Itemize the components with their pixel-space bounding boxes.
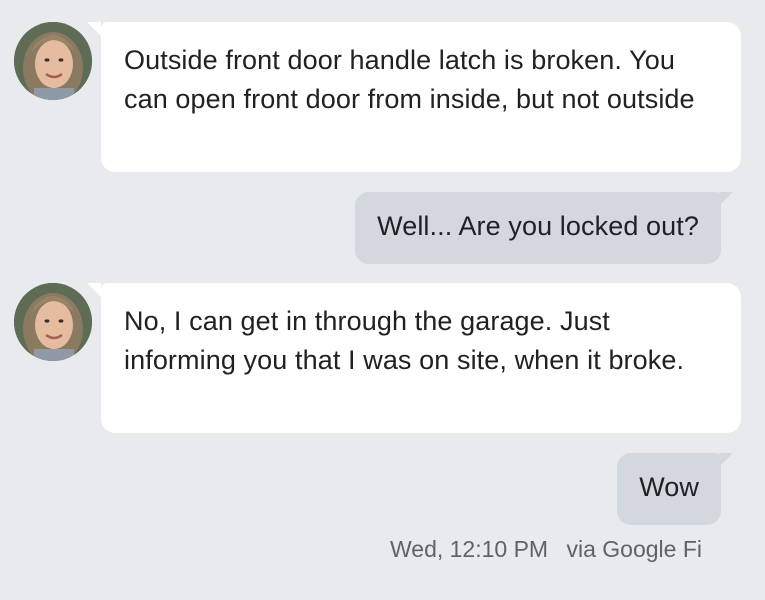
message-bubble-incoming[interactable]: No, I can get in through the garage. Jus… [87,283,741,433]
message-meta: Wed, 12:10 PM via Google Fi [390,536,702,563]
contact-avatar-image [14,283,92,361]
message-timestamp: Wed, 12:10 PM [389,536,549,562]
contact-avatar[interactable] [14,22,92,100]
message-text: Well... Are you locked out? [377,211,699,241]
message-text: Outside front door handle latch is broke… [124,45,695,114]
message-text: Wow [639,472,699,502]
contact-avatar-image [14,22,92,100]
message-carrier: via Google Fi [566,536,702,562]
message-text: No, I can get in through the garage. Jus… [124,306,685,375]
message-thread: Outside front door handle latch is broke… [0,0,765,600]
message-bubble-incoming[interactable]: Outside front door handle latch is broke… [87,22,741,172]
message-bubble-outgoing[interactable]: Well... Are you locked out? [355,192,733,264]
contact-avatar[interactable] [14,283,92,361]
message-bubble-outgoing[interactable]: Wow [617,453,733,525]
